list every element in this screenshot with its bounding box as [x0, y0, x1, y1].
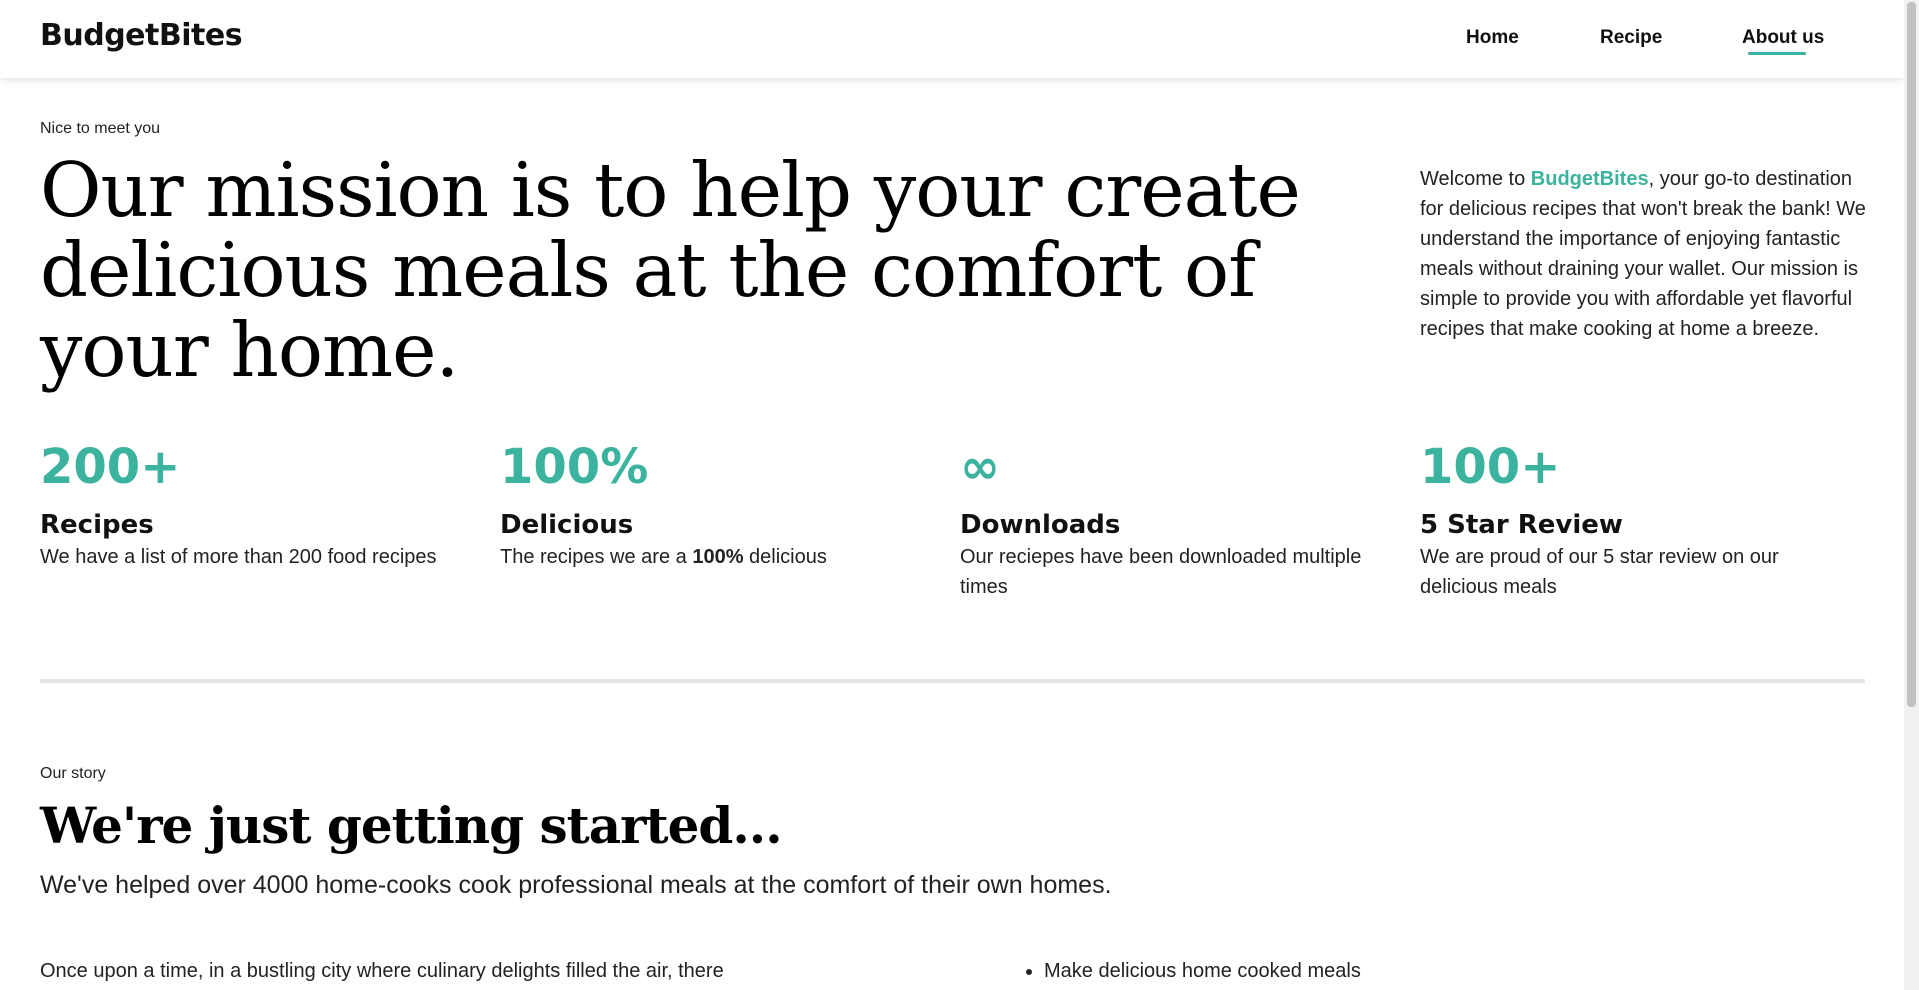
brand-logo[interactable]: BudgetBites: [40, 18, 243, 53]
hero-eyebrow: Nice to meet you: [40, 120, 161, 137]
hero-title: Our mission is to help your create delic…: [40, 146, 1301, 394]
site-header: BudgetBites Home Recipe About us: [0, 0, 1904, 78]
infinity-icon: ∞: [960, 439, 1000, 495]
stat-downloads: ∞ Downloads Our reciepes have been downl…: [960, 436, 1380, 602]
stat-recipes: 200+ Recipes We have a list of more than…: [40, 436, 460, 572]
nav-home-link[interactable]: Home: [1466, 27, 1519, 49]
desc-bold: 100%: [692, 546, 744, 568]
nav-about-link[interactable]: About us: [1742, 27, 1824, 49]
stat-label: Delicious: [500, 510, 634, 540]
stat-description: Our reciepes have been downloaded multip…: [960, 546, 1362, 598]
stat-label: 5 Star Review: [1420, 510, 1623, 540]
story-list: Make delicious home cooked meals: [1020, 956, 1361, 986]
story-paragraph: Once upon a time, in a bustling city whe…: [40, 960, 724, 982]
active-nav-indicator: [1748, 52, 1806, 55]
intro-brand: BudgetBites: [1530, 168, 1649, 190]
list-item: Make delicious home cooked meals: [1044, 956, 1361, 986]
page-scrollbar[interactable]: [1904, 0, 1919, 990]
stat-reviews: 100+ 5 Star Review We are proud of our 5…: [1420, 436, 1840, 602]
stat-label: Downloads: [960, 510, 1121, 540]
desc-prefix: The recipes we are a: [500, 546, 693, 568]
stat-value: 100%: [500, 439, 649, 495]
desc-suffix: delicious: [743, 546, 827, 568]
intro-suffix: , your go-to destination for delicious r…: [1420, 168, 1866, 340]
stat-value: 100+: [1420, 439, 1561, 495]
stat-delicious: 100% Delicious The recipes we are a 100%…: [500, 436, 920, 572]
scrollbar-thumb[interactable]: [1907, 2, 1916, 707]
stat-value: 200+: [40, 439, 181, 495]
stat-description: The recipes we are a 100% delicious: [500, 542, 920, 572]
stat-label: Recipes: [40, 510, 154, 540]
stat-description: We are proud of our 5 star review on our…: [1420, 546, 1779, 598]
hero-intro: Welcome to BudgetBites, your go-to desti…: [1420, 164, 1870, 344]
intro-prefix: Welcome to: [1420, 168, 1531, 190]
story-title: We're just getting started...: [40, 796, 783, 855]
stat-description: We have a list of more than 200 food rec…: [40, 546, 437, 568]
nav-recipe-link[interactable]: Recipe: [1600, 27, 1662, 49]
story-eyebrow: Our story: [40, 765, 106, 782]
story-subtitle: We've helped over 4000 home-cooks cook p…: [40, 871, 1112, 899]
section-divider: [40, 679, 1865, 683]
